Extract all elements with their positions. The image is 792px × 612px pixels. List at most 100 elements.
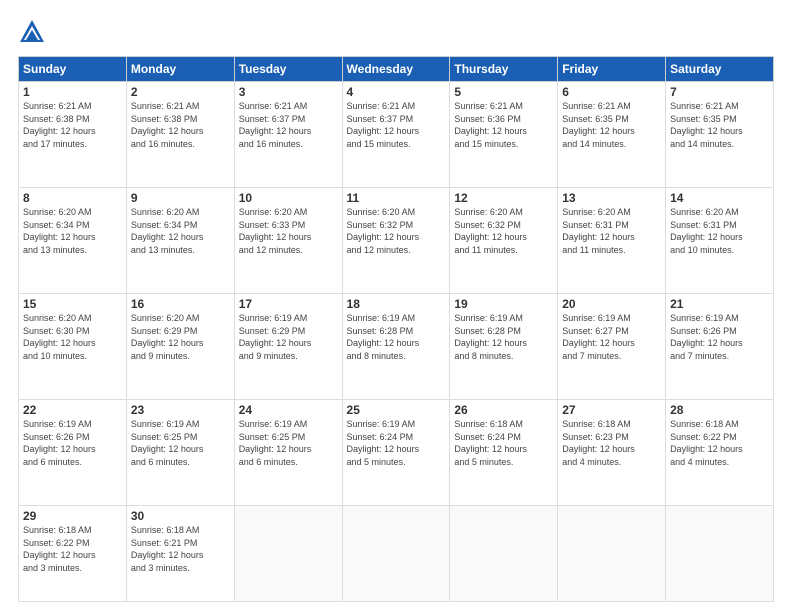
- day-cell-2: 2 Sunrise: 6:21 AM Sunset: 6:38 PM Dayli…: [126, 82, 234, 188]
- day-info: Sunrise: 6:20 AM Sunset: 6:31 PM Dayligh…: [670, 206, 769, 256]
- day-info: Sunrise: 6:19 AM Sunset: 6:28 PM Dayligh…: [454, 312, 553, 362]
- day-info: Sunrise: 6:19 AM Sunset: 6:29 PM Dayligh…: [239, 312, 338, 362]
- day-cell-null: [450, 506, 558, 602]
- day-cell-5: 5 Sunrise: 6:21 AM Sunset: 6:36 PM Dayli…: [450, 82, 558, 188]
- day-info: Sunrise: 6:21 AM Sunset: 6:36 PM Dayligh…: [454, 100, 553, 150]
- day-info: Sunrise: 6:20 AM Sunset: 6:29 PM Dayligh…: [131, 312, 230, 362]
- day-cell-24: 24 Sunrise: 6:19 AM Sunset: 6:25 PM Dayl…: [234, 400, 342, 506]
- week-row-3: 15 Sunrise: 6:20 AM Sunset: 6:30 PM Dayl…: [19, 294, 774, 400]
- day-number: 17: [239, 297, 338, 311]
- page-container: Sunday Monday Tuesday Wednesday Thursday…: [0, 0, 792, 612]
- day-cell-25: 25 Sunrise: 6:19 AM Sunset: 6:24 PM Dayl…: [342, 400, 450, 506]
- col-wednesday: Wednesday: [342, 57, 450, 82]
- day-number: 25: [347, 403, 446, 417]
- day-number: 8: [23, 191, 122, 205]
- day-cell-23: 23 Sunrise: 6:19 AM Sunset: 6:25 PM Dayl…: [126, 400, 234, 506]
- day-cell-null: [234, 506, 342, 602]
- day-number: 13: [562, 191, 661, 205]
- day-cell-20: 20 Sunrise: 6:19 AM Sunset: 6:27 PM Dayl…: [558, 294, 666, 400]
- day-info: Sunrise: 6:19 AM Sunset: 6:24 PM Dayligh…: [347, 418, 446, 468]
- day-info: Sunrise: 6:19 AM Sunset: 6:25 PM Dayligh…: [131, 418, 230, 468]
- week-row-4: 22 Sunrise: 6:19 AM Sunset: 6:26 PM Dayl…: [19, 400, 774, 506]
- day-number: 2: [131, 85, 230, 99]
- day-info: Sunrise: 6:21 AM Sunset: 6:38 PM Dayligh…: [23, 100, 122, 150]
- col-saturday: Saturday: [666, 57, 774, 82]
- day-info: Sunrise: 6:18 AM Sunset: 6:23 PM Dayligh…: [562, 418, 661, 468]
- day-number: 3: [239, 85, 338, 99]
- day-number: 12: [454, 191, 553, 205]
- day-cell-10: 10 Sunrise: 6:20 AM Sunset: 6:33 PM Dayl…: [234, 188, 342, 294]
- day-number: 7: [670, 85, 769, 99]
- day-number: 28: [670, 403, 769, 417]
- day-cell-29: 29 Sunrise: 6:18 AM Sunset: 6:22 PM Dayl…: [19, 506, 127, 602]
- day-cell-12: 12 Sunrise: 6:20 AM Sunset: 6:32 PM Dayl…: [450, 188, 558, 294]
- col-sunday: Sunday: [19, 57, 127, 82]
- day-cell-14: 14 Sunrise: 6:20 AM Sunset: 6:31 PM Dayl…: [666, 188, 774, 294]
- col-tuesday: Tuesday: [234, 57, 342, 82]
- day-info: Sunrise: 6:21 AM Sunset: 6:35 PM Dayligh…: [670, 100, 769, 150]
- day-number: 23: [131, 403, 230, 417]
- day-info: Sunrise: 6:20 AM Sunset: 6:31 PM Dayligh…: [562, 206, 661, 256]
- calendar: Sunday Monday Tuesday Wednesday Thursday…: [18, 56, 774, 602]
- day-number: 24: [239, 403, 338, 417]
- day-number: 15: [23, 297, 122, 311]
- day-cell-27: 27 Sunrise: 6:18 AM Sunset: 6:23 PM Dayl…: [558, 400, 666, 506]
- day-number: 9: [131, 191, 230, 205]
- day-info: Sunrise: 6:18 AM Sunset: 6:24 PM Dayligh…: [454, 418, 553, 468]
- week-row-1: 1 Sunrise: 6:21 AM Sunset: 6:38 PM Dayli…: [19, 82, 774, 188]
- day-info: Sunrise: 6:20 AM Sunset: 6:33 PM Dayligh…: [239, 206, 338, 256]
- day-number: 11: [347, 191, 446, 205]
- day-info: Sunrise: 6:20 AM Sunset: 6:32 PM Dayligh…: [454, 206, 553, 256]
- day-cell-6: 6 Sunrise: 6:21 AM Sunset: 6:35 PM Dayli…: [558, 82, 666, 188]
- day-cell-18: 18 Sunrise: 6:19 AM Sunset: 6:28 PM Dayl…: [342, 294, 450, 400]
- day-number: 4: [347, 85, 446, 99]
- day-cell-26: 26 Sunrise: 6:18 AM Sunset: 6:24 PM Dayl…: [450, 400, 558, 506]
- day-info: Sunrise: 6:19 AM Sunset: 6:28 PM Dayligh…: [347, 312, 446, 362]
- day-info: Sunrise: 6:21 AM Sunset: 6:37 PM Dayligh…: [347, 100, 446, 150]
- day-cell-17: 17 Sunrise: 6:19 AM Sunset: 6:29 PM Dayl…: [234, 294, 342, 400]
- day-info: Sunrise: 6:19 AM Sunset: 6:27 PM Dayligh…: [562, 312, 661, 362]
- col-thursday: Thursday: [450, 57, 558, 82]
- day-info: Sunrise: 6:21 AM Sunset: 6:35 PM Dayligh…: [562, 100, 661, 150]
- day-info: Sunrise: 6:20 AM Sunset: 6:34 PM Dayligh…: [23, 206, 122, 256]
- day-info: Sunrise: 6:18 AM Sunset: 6:22 PM Dayligh…: [23, 524, 122, 574]
- week-row-5: 29 Sunrise: 6:18 AM Sunset: 6:22 PM Dayl…: [19, 506, 774, 602]
- day-info: Sunrise: 6:18 AM Sunset: 6:21 PM Dayligh…: [131, 524, 230, 574]
- day-cell-21: 21 Sunrise: 6:19 AM Sunset: 6:26 PM Dayl…: [666, 294, 774, 400]
- day-cell-19: 19 Sunrise: 6:19 AM Sunset: 6:28 PM Dayl…: [450, 294, 558, 400]
- day-cell-null: [342, 506, 450, 602]
- day-info: Sunrise: 6:20 AM Sunset: 6:32 PM Dayligh…: [347, 206, 446, 256]
- day-cell-11: 11 Sunrise: 6:20 AM Sunset: 6:32 PM Dayl…: [342, 188, 450, 294]
- day-number: 27: [562, 403, 661, 417]
- day-cell-28: 28 Sunrise: 6:18 AM Sunset: 6:22 PM Dayl…: [666, 400, 774, 506]
- day-number: 21: [670, 297, 769, 311]
- logo-icon: [18, 18, 46, 46]
- col-monday: Monday: [126, 57, 234, 82]
- day-cell-30: 30 Sunrise: 6:18 AM Sunset: 6:21 PM Dayl…: [126, 506, 234, 602]
- day-cell-null: [666, 506, 774, 602]
- day-number: 30: [131, 509, 230, 523]
- calendar-body: 1 Sunrise: 6:21 AM Sunset: 6:38 PM Dayli…: [19, 82, 774, 602]
- day-info: Sunrise: 6:19 AM Sunset: 6:25 PM Dayligh…: [239, 418, 338, 468]
- day-info: Sunrise: 6:19 AM Sunset: 6:26 PM Dayligh…: [23, 418, 122, 468]
- day-cell-16: 16 Sunrise: 6:20 AM Sunset: 6:29 PM Dayl…: [126, 294, 234, 400]
- day-cell-null: [558, 506, 666, 602]
- day-info: Sunrise: 6:20 AM Sunset: 6:34 PM Dayligh…: [131, 206, 230, 256]
- day-number: 29: [23, 509, 122, 523]
- day-number: 10: [239, 191, 338, 205]
- col-friday: Friday: [558, 57, 666, 82]
- day-cell-3: 3 Sunrise: 6:21 AM Sunset: 6:37 PM Dayli…: [234, 82, 342, 188]
- day-cell-15: 15 Sunrise: 6:20 AM Sunset: 6:30 PM Dayl…: [19, 294, 127, 400]
- day-cell-22: 22 Sunrise: 6:19 AM Sunset: 6:26 PM Dayl…: [19, 400, 127, 506]
- day-info: Sunrise: 6:20 AM Sunset: 6:30 PM Dayligh…: [23, 312, 122, 362]
- day-number: 22: [23, 403, 122, 417]
- day-number: 14: [670, 191, 769, 205]
- day-cell-7: 7 Sunrise: 6:21 AM Sunset: 6:35 PM Dayli…: [666, 82, 774, 188]
- header: [18, 18, 774, 46]
- header-row: Sunday Monday Tuesday Wednesday Thursday…: [19, 57, 774, 82]
- day-cell-8: 8 Sunrise: 6:20 AM Sunset: 6:34 PM Dayli…: [19, 188, 127, 294]
- day-info: Sunrise: 6:21 AM Sunset: 6:37 PM Dayligh…: [239, 100, 338, 150]
- day-info: Sunrise: 6:21 AM Sunset: 6:38 PM Dayligh…: [131, 100, 230, 150]
- day-number: 19: [454, 297, 553, 311]
- day-number: 6: [562, 85, 661, 99]
